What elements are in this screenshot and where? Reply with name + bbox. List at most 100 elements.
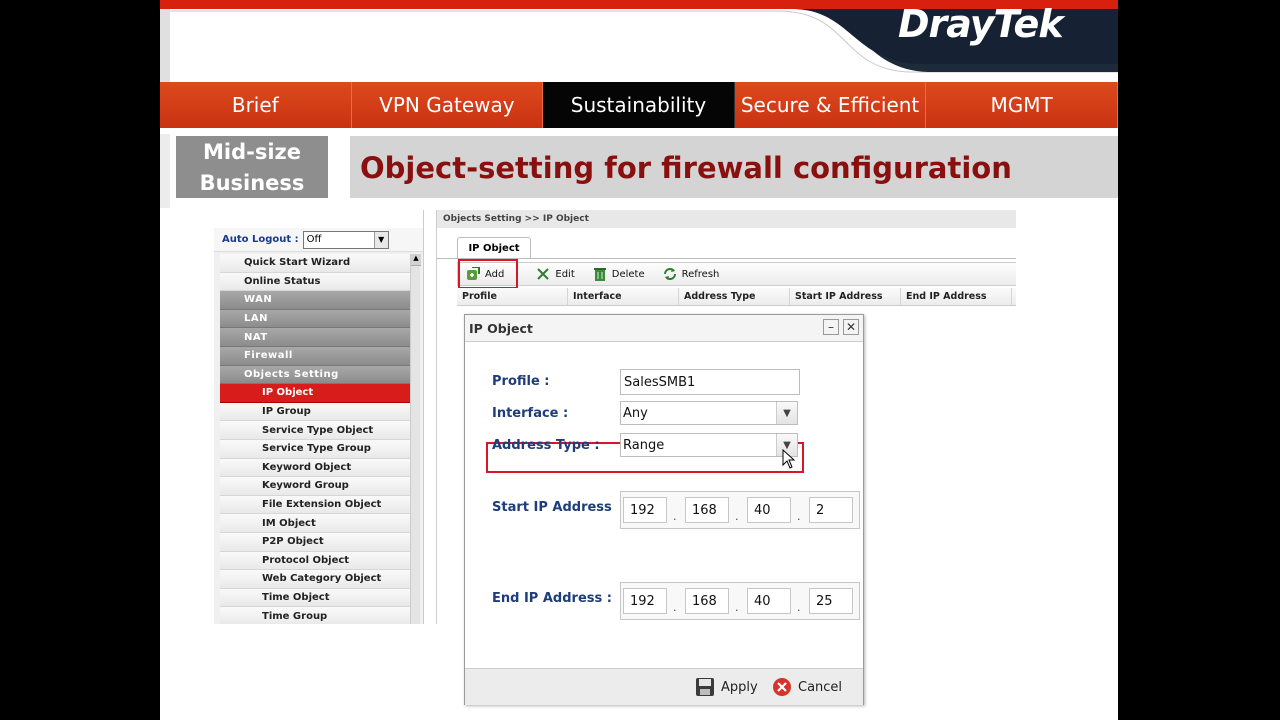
top-nav: Brief VPN Gateway Sustainability Secure … xyxy=(160,82,1118,128)
end-ip-octet-1[interactable]: 192 xyxy=(623,588,667,614)
sidebar-item-service-type-group[interactable]: Service Type Group xyxy=(220,439,410,459)
nav-tab-sustainability[interactable]: Sustainability xyxy=(543,82,735,128)
apply-button[interactable]: Apply xyxy=(695,677,758,697)
start-ip-octet-3[interactable]: 40 xyxy=(747,497,791,523)
auto-logout-label: Auto Logout : xyxy=(222,234,299,245)
address-type-label: Address Type : xyxy=(492,438,600,453)
tab-ip-object[interactable]: IP Object xyxy=(457,237,531,259)
delete-label: Delete xyxy=(611,268,645,280)
interface-value: Any xyxy=(623,405,648,421)
segment-badge: Mid-size Business xyxy=(176,136,328,198)
title-bar: Object-setting for firewall configuratio… xyxy=(350,136,1118,198)
refresh-icon xyxy=(663,267,677,281)
cancel-label: Cancel xyxy=(798,679,843,695)
cancel-icon xyxy=(772,677,792,697)
segment-line-2: Business xyxy=(199,171,305,195)
apply-label: Apply xyxy=(721,679,758,695)
address-type-value: Range xyxy=(623,437,665,453)
col-end-ip[interactable]: End IP Address xyxy=(901,288,1012,305)
mouse-cursor-icon xyxy=(782,449,796,469)
slide-title: Object-setting for firewall configuratio… xyxy=(360,151,1012,185)
sidebar-item-protocol-object[interactable]: Protocol Object xyxy=(220,551,410,571)
dialog-body: Profile : SalesSMB1 Interface : Any ▼ Ad… xyxy=(465,341,863,668)
sidebar-item-lan[interactable]: LAN xyxy=(220,309,410,329)
sidebar-item-time-group[interactable]: Time Group xyxy=(220,607,410,624)
toolbar: Add Edit Delete Refresh xyxy=(457,259,1016,289)
col-interface[interactable]: Interface xyxy=(568,288,679,305)
sidebar-item-time-object[interactable]: Time Object xyxy=(220,588,410,608)
auto-logout-row: Auto Logout : Off ▼ xyxy=(214,228,423,252)
slide: DrayTek Brief VPN Gateway Sustainability… xyxy=(160,0,1118,720)
start-ip-label: Start IP Address xyxy=(492,500,612,515)
end-ip-octet-4[interactable]: 25 xyxy=(809,588,853,614)
col-address-type[interactable]: Address Type xyxy=(679,288,790,305)
menu-list: Quick Start Wizard Online Status WAN LAN NAT… xyxy=(220,254,410,624)
nav-tab-brief[interactable]: Brief xyxy=(160,82,352,128)
end-ip-label: End IP Address : xyxy=(492,591,612,606)
chevron-down-icon: ▼ xyxy=(776,402,797,424)
interface-label: Interface : xyxy=(492,406,569,421)
sidebar-item-online-status[interactable]: Online Status xyxy=(220,272,410,292)
slide-title-row: Mid-size Business Object-setting for fir… xyxy=(160,128,1118,208)
nav-tab-vpn-gateway[interactable]: VPN Gateway xyxy=(351,82,544,128)
auto-logout-select[interactable]: Off ▼ xyxy=(302,230,389,249)
dialog-header: IP Object xyxy=(465,315,863,341)
menu-scrollbar[interactable]: ▲ xyxy=(410,254,421,624)
sidebar-item-service-type-object[interactable]: Service Type Object xyxy=(220,421,410,440)
auto-logout-value: Off xyxy=(306,234,322,245)
sidebar-item-nat[interactable]: NAT xyxy=(220,328,410,347)
end-ip-octet-2[interactable]: 168 xyxy=(685,588,729,614)
sidebar-item-ip-object[interactable]: IP Object xyxy=(220,384,410,403)
start-ip-octet-2[interactable]: 168 xyxy=(685,497,729,523)
sidebar-item-im-object[interactable]: IM Object xyxy=(220,514,410,533)
edit-icon xyxy=(536,267,550,281)
sidebar-item-quick-start-wizard[interactable]: Quick Start Wizard xyxy=(220,254,410,273)
segment-line-1: Mid-size xyxy=(202,140,301,164)
dialog-title: IP Object xyxy=(469,320,533,336)
address-type-select[interactable]: Range ▼ xyxy=(620,433,798,457)
close-icon[interactable]: ✕ xyxy=(843,319,859,335)
cancel-button[interactable]: Cancel xyxy=(772,677,842,697)
add-button[interactable]: Add xyxy=(458,259,519,289)
refresh-label: Refresh xyxy=(681,268,720,280)
sidebar-item-ip-group[interactable]: IP Group xyxy=(220,402,410,422)
end-ip-group: 192 . 168 . 40 . 25 xyxy=(620,582,860,620)
sidebar-item-objects-setting[interactable]: Objects Setting xyxy=(220,365,410,385)
col-profile[interactable]: Profile xyxy=(457,288,568,305)
dialog-footer: Apply Cancel xyxy=(465,668,863,705)
sidebar-item-p2p-object[interactable]: P2P Object xyxy=(220,532,410,552)
sidebar-item-firewall[interactable]: Firewall xyxy=(220,346,410,366)
delete-button[interactable]: Delete xyxy=(593,267,645,281)
start-ip-group: 192 . 168 . 40 . 2 xyxy=(620,491,860,529)
draytek-logo: DrayTek xyxy=(898,2,1064,46)
chevron-down-icon: ▼ xyxy=(373,231,388,248)
start-ip-octet-1[interactable]: 192 xyxy=(623,497,667,523)
sidebar-item-web-category-object[interactable]: Web Category Object xyxy=(220,570,410,589)
profile-label: Profile : xyxy=(492,374,550,389)
profile-input[interactable]: SalesSMB1 xyxy=(620,369,800,395)
left-accent xyxy=(160,134,170,208)
sidebar-item-keyword-group[interactable]: Keyword Group xyxy=(220,477,410,496)
sidebar-item-file-extension-object[interactable]: File Extension Object xyxy=(220,495,410,515)
nav-tab-secure-efficient[interactable]: Secure & Efficient xyxy=(734,82,927,128)
breadcrumb: Objects Setting >> IP Object xyxy=(437,210,1016,228)
ip-object-dialog: IP Object – ✕ Profile : SalesSMB1 Interf… xyxy=(464,314,864,705)
minimize-icon[interactable]: – xyxy=(823,319,839,335)
start-ip-octet-4[interactable]: 2 xyxy=(809,497,853,523)
save-icon xyxy=(695,677,715,697)
add-icon xyxy=(466,267,480,281)
table-header: Profile Interface Address Type Start IP … xyxy=(457,288,1016,306)
sidebar-item-wan[interactable]: WAN xyxy=(220,291,410,310)
scroll-up-icon[interactable]: ▲ xyxy=(411,254,421,266)
refresh-button[interactable]: Refresh xyxy=(663,267,720,281)
nav-tab-mgmt[interactable]: MGMT xyxy=(926,82,1118,128)
edit-button[interactable]: Edit xyxy=(536,267,575,281)
interface-select[interactable]: Any ▼ xyxy=(620,401,798,425)
sidebar-menu: Auto Logout : Off ▼ Quick Start Wizard On… xyxy=(214,210,424,624)
sidebar-item-keyword-object[interactable]: Keyword Object xyxy=(220,458,410,478)
add-label: Add xyxy=(485,268,505,280)
trash-icon xyxy=(593,267,607,281)
end-ip-octet-3[interactable]: 40 xyxy=(747,588,791,614)
edit-label: Edit xyxy=(555,268,575,280)
col-start-ip[interactable]: Start IP Address xyxy=(790,288,901,305)
